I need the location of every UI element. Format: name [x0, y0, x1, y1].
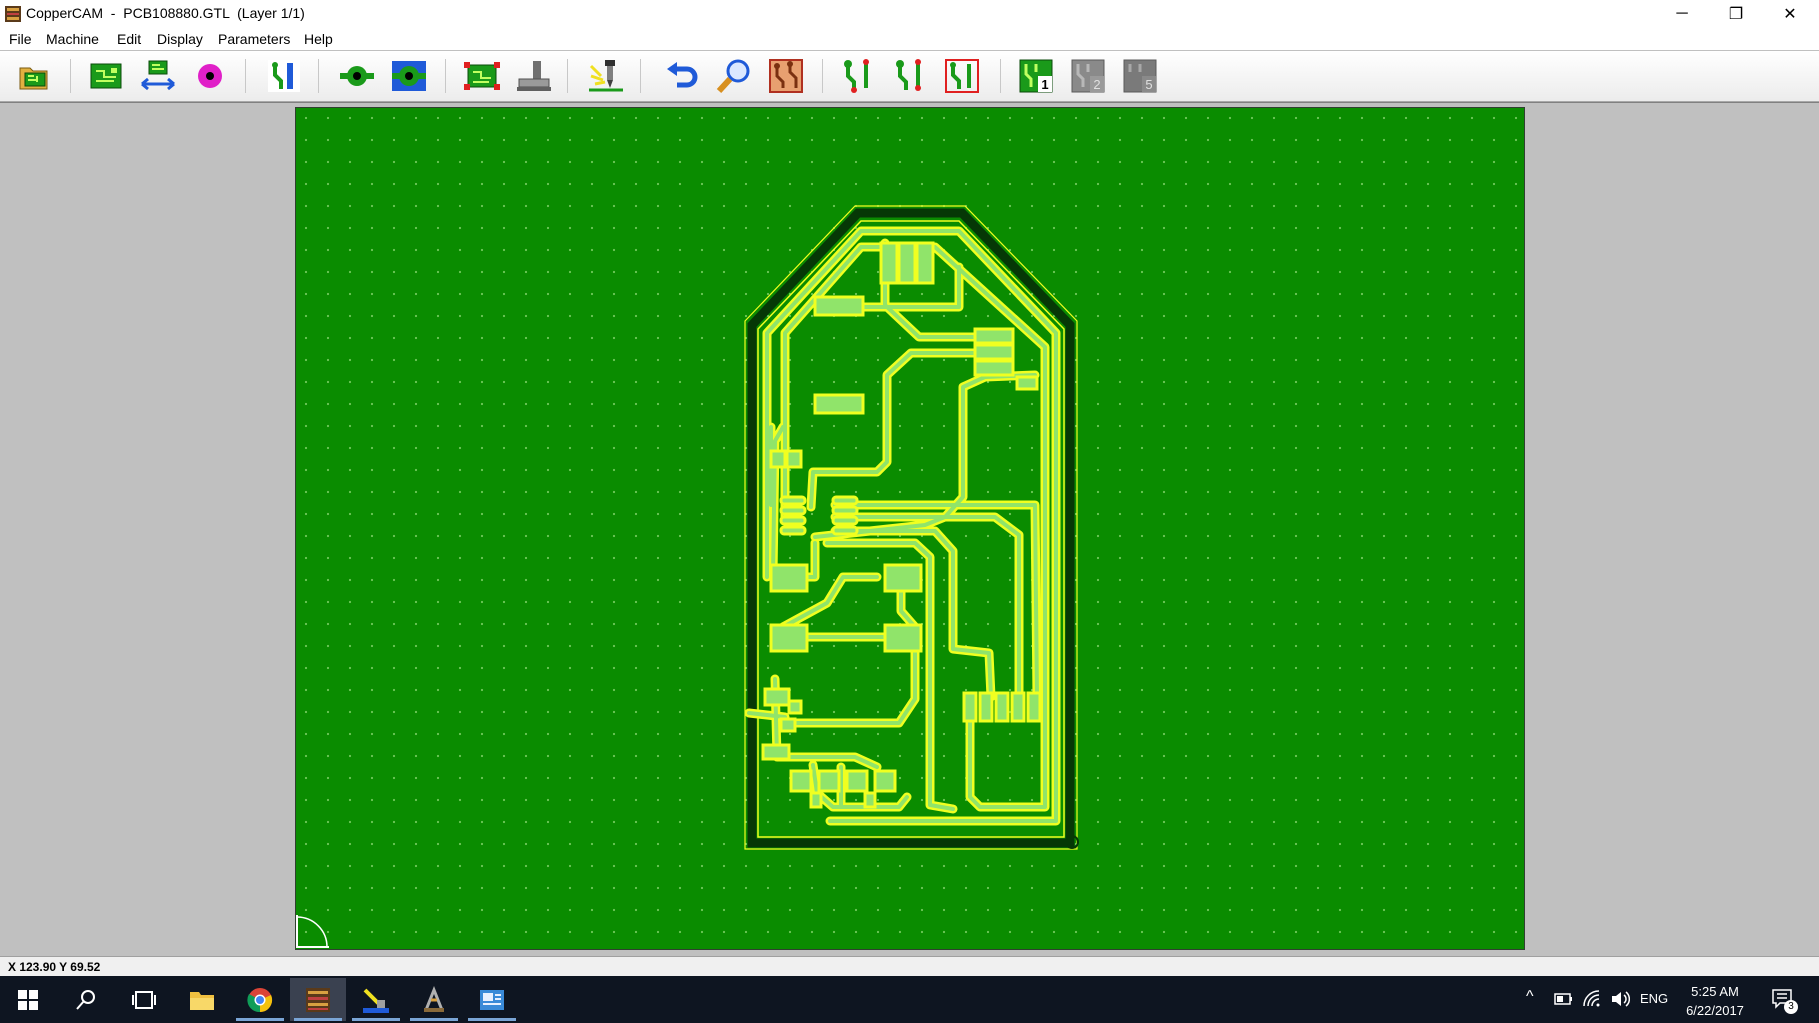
file-explorer-button[interactable]: [174, 978, 230, 1021]
board-view-button[interactable]: [766, 57, 806, 95]
toolbar-separator: [318, 59, 319, 93]
start-icon: [18, 989, 38, 1010]
open-folder-icon: [19, 67, 48, 90]
file-explorer-icon: [190, 991, 214, 1010]
open-file-button[interactable]: [14, 57, 54, 95]
coppercam-app-icon: [5, 6, 21, 22]
contour-2-icon: [896, 59, 921, 91]
layer-1-button[interactable]: 1: [1016, 57, 1056, 95]
contour-3-icon: [945, 59, 979, 93]
pad-center-icon: [392, 61, 426, 91]
task-view-button[interactable]: [116, 978, 172, 1021]
layer-5-icon: 5: [1123, 59, 1157, 93]
contour-1-icon: [844, 59, 869, 93]
start-button[interactable]: [0, 978, 56, 1021]
toolbar-separator: [567, 59, 568, 93]
menu-help[interactable]: Help: [304, 31, 333, 47]
language-indicator[interactable]: ENG: [1640, 991, 1668, 1006]
toolbar-separator: [445, 59, 446, 93]
set-origin-button[interactable]: [190, 57, 230, 95]
battery-icon[interactable]: [1554, 990, 1574, 1008]
chrome-icon: [247, 987, 273, 1012]
system-clock[interactable]: 5:25 AM 6/22/2017: [1670, 982, 1760, 1020]
status-bar: X 123.90 Y 69.52: [0, 956, 1819, 977]
contours-3-button[interactable]: [942, 57, 982, 95]
board-dimensions-button[interactable]: [86, 57, 126, 95]
copper-board-icon: [769, 59, 803, 93]
pad-icon: [340, 66, 374, 86]
menu-edit[interactable]: Edit: [117, 31, 141, 47]
undo-icon: [667, 62, 698, 88]
layer-1-label: 1: [1041, 77, 1048, 92]
window-title: CopperCAM - PCB108880.GTL (Layer 1/1): [26, 5, 305, 21]
zoom-button[interactable]: [714, 57, 754, 95]
layer-5-label: 5: [1145, 77, 1152, 92]
tool-icon: [517, 61, 551, 91]
cnc-tool-icon: [424, 985, 444, 1012]
track-properties-button[interactable]: [264, 57, 304, 95]
undo-button[interactable]: [662, 57, 702, 95]
magnifier-icon: [716, 59, 750, 94]
pcb-tool-icon: [363, 988, 389, 1013]
show-hidden-icons-button[interactable]: ^: [1526, 988, 1534, 1006]
select-all-button[interactable]: [462, 57, 502, 95]
taskbar: ^ ENG 5:25 AM 6/22/2017 3: [0, 976, 1819, 1023]
contours-2-button[interactable]: [890, 57, 930, 95]
viewer-icon: [480, 989, 504, 1010]
pcb-canvas[interactable]: [295, 107, 1525, 950]
mirror-arrows-icon: [141, 60, 175, 91]
toolbar: 1 2 5: [0, 51, 1819, 102]
action-center-button[interactable]: 3: [1770, 986, 1798, 1014]
coppercam-taskbar-button[interactable]: [290, 978, 346, 1021]
toolbar-separator: [245, 59, 246, 93]
engrave-button[interactable]: [586, 57, 626, 95]
minimize-button[interactable]: ─: [1656, 0, 1708, 28]
mirror-button[interactable]: [138, 57, 178, 95]
toolbar-separator: [1000, 59, 1001, 93]
pad-centering-button[interactable]: [389, 57, 429, 95]
title-bar: CopperCAM - PCB108880.GTL (Layer 1/1) ─ …: [0, 0, 1819, 28]
tool-library-button[interactable]: [514, 57, 554, 95]
menu-file[interactable]: File: [9, 31, 32, 47]
origin-target-icon: [198, 64, 222, 88]
toolbar-separator: [640, 59, 641, 93]
viewer-button[interactable]: [464, 978, 520, 1021]
toolbar-separator: [70, 59, 71, 93]
layer-1-icon: 1: [1019, 59, 1053, 93]
clock-date: 6/22/2017: [1686, 1003, 1744, 1018]
pcb-tool-button[interactable]: [348, 978, 404, 1021]
layer-2-label: 2: [1093, 77, 1100, 92]
pcb-board-icon: [90, 63, 122, 89]
layer-2-button[interactable]: 2: [1068, 57, 1108, 95]
task-view-icon: [132, 990, 156, 1009]
select-board-icon: [464, 62, 500, 90]
clock-time: 5:25 AM: [1691, 984, 1739, 999]
coordinate-readout: X 123.90 Y 69.52: [8, 960, 101, 974]
search-icon: [76, 989, 95, 1010]
toolbar-separator: [822, 59, 823, 93]
restore-button[interactable]: ❐: [1710, 0, 1762, 28]
menu-parameters[interactable]: Parameters: [218, 31, 290, 47]
close-button[interactable]: ✕: [1764, 0, 1816, 28]
search-button[interactable]: [58, 978, 114, 1021]
pad-properties-button[interactable]: [337, 57, 377, 95]
coppercam-icon: [306, 987, 330, 1012]
layer-2-icon: 2: [1071, 59, 1105, 93]
menu-machine[interactable]: Machine: [46, 31, 99, 47]
layer-5-button[interactable]: 5: [1120, 57, 1160, 95]
engrave-tool-icon: [589, 60, 623, 92]
contours-1-button[interactable]: [838, 57, 878, 95]
wifi-icon[interactable]: [1582, 989, 1602, 1009]
cnc-tool-button[interactable]: [406, 978, 462, 1021]
menu-bar: File Machine Edit Display Parameters Hel…: [0, 28, 1819, 50]
notification-count: 3: [1784, 1000, 1798, 1014]
menu-display[interactable]: Display: [157, 31, 203, 47]
track-select-icon: [268, 60, 300, 92]
chrome-button[interactable]: [232, 978, 288, 1021]
volume-icon[interactable]: [1610, 989, 1630, 1009]
